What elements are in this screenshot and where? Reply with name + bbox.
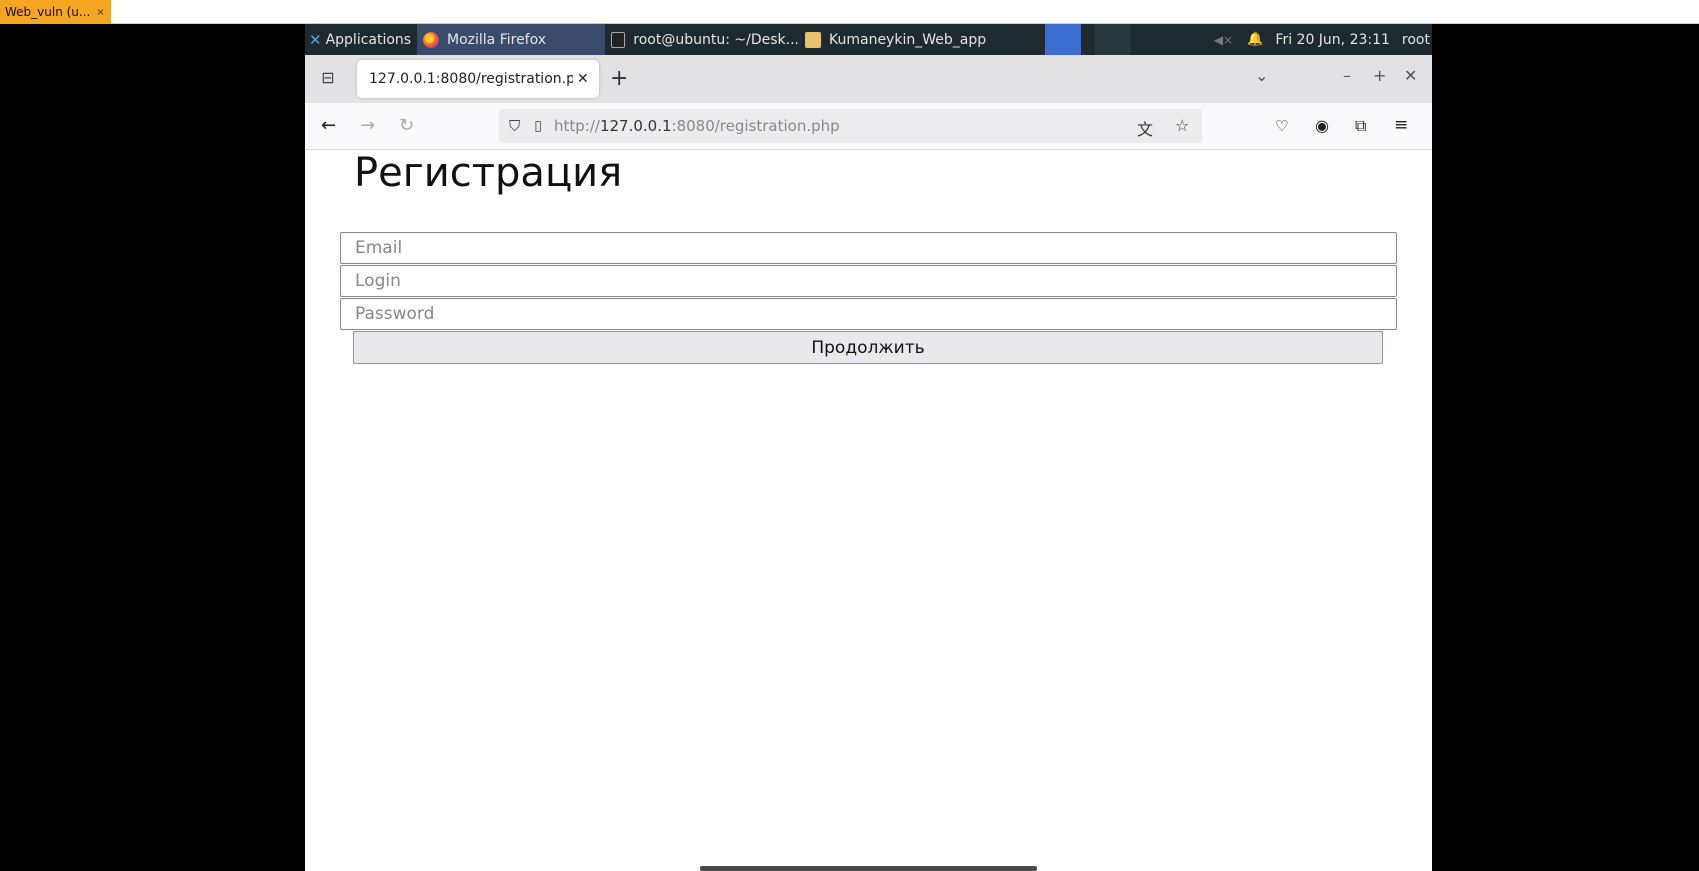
taskbar-item-firefox[interactable]: Mozilla Firefox	[417, 24, 605, 55]
volume-muted-icon[interactable]: ◀×	[1214, 33, 1233, 47]
new-tab-icon[interactable]: +	[610, 66, 628, 91]
host-tab-label: Web_vuln (u...	[5, 5, 91, 19]
browser-tab[interactable]: 127.0.0.1:8080/registration.php ✕	[357, 60, 599, 98]
taskbar-item-label: Mozilla Firefox	[447, 31, 547, 48]
translate-icon[interactable]: 文	[1137, 116, 1153, 140]
workspace-firefox-button[interactable]	[1045, 24, 1081, 55]
reload-icon[interactable]: ↻	[399, 115, 414, 136]
shield-icon[interactable]: ⛉	[509, 117, 520, 135]
desktop-panel: ✕ Applications Mozilla Firefox root@ubun…	[305, 24, 1432, 55]
email-field[interactable]	[340, 232, 1397, 264]
page-info-icon[interactable]: ▯	[534, 118, 542, 134]
forward-icon[interactable]: →	[360, 115, 375, 136]
taskbar-item-files[interactable]: Kumaneykin_Web_app	[799, 24, 999, 55]
taskbar-item-label: Kumaneykin_Web_app	[829, 31, 987, 48]
terminal-icon	[611, 31, 626, 48]
navigation-toolbar: ← → ↻ ⛉ ▯ http://127.0.0.1:8080/registra…	[305, 103, 1432, 150]
panel-separator	[1095, 24, 1131, 55]
host-tab-close-icon[interactable]: ×	[96, 7, 104, 18]
list-tabs-icon[interactable]: ⌄	[1255, 66, 1268, 85]
folder-icon	[805, 31, 821, 48]
host-tab-strip: Web_vuln (u... ×	[0, 0, 1699, 24]
browser-tab-title: 127.0.0.1:8080/registration.php	[369, 71, 573, 87]
login-field[interactable]	[340, 265, 1397, 297]
firefox-view-icon[interactable]: ⊟	[317, 68, 339, 90]
applications-menu[interactable]: ✕ Applications	[305, 24, 425, 55]
host-tab[interactable]: Web_vuln (u... ×	[0, 0, 111, 24]
account-icon[interactable]: ◉	[1315, 116, 1329, 135]
clock[interactable]: Fri 20 Jun, 23:11	[1275, 32, 1390, 48]
extensions-icon[interactable]: ⧉	[1355, 116, 1366, 136]
taskbar-item-label: root@ubuntu: ~/Desk...	[633, 31, 799, 48]
firefox-tab-bar: ⊟ 127.0.0.1:8080/registration.php ✕ + ⌄ …	[305, 55, 1432, 103]
close-tab-icon[interactable]: ✕	[577, 71, 589, 87]
back-icon[interactable]: ←	[321, 115, 336, 136]
url-bar[interactable]: ⛉ ▯ http://127.0.0.1:8080/registration.p…	[499, 109, 1202, 143]
url-text[interactable]: http://127.0.0.1:8080/registration.php	[554, 117, 840, 135]
maximize-icon[interactable]: +	[1373, 66, 1386, 85]
system-tray: ◀× 🔔 Fri 20 Jun, 23:11 root	[1214, 24, 1432, 55]
horizontal-scrollbar[interactable]	[700, 866, 1037, 871]
user-label[interactable]: root	[1402, 32, 1430, 48]
applications-label: Applications	[325, 31, 412, 48]
url-path: :8080/registration.php	[671, 117, 840, 135]
pocket-icon[interactable]: ♡	[1275, 117, 1288, 135]
bell-icon[interactable]: 🔔	[1247, 32, 1263, 47]
url-host: 127.0.0.1	[599, 117, 672, 135]
close-window-icon[interactable]: ✕	[1404, 66, 1417, 85]
taskbar-item-terminal[interactable]: root@ubuntu: ~/Desk...	[605, 24, 799, 55]
minimize-icon[interactable]: –	[1343, 66, 1351, 85]
password-field[interactable]	[340, 298, 1397, 330]
bookmark-star-icon[interactable]: ☆	[1175, 116, 1189, 135]
firefox-icon	[423, 31, 439, 48]
page-title: Регистрация	[354, 150, 623, 196]
url-scheme: http://	[553, 117, 600, 135]
menu-icon[interactable]: ≡	[1394, 115, 1408, 135]
xfce-icon: ✕	[309, 30, 322, 49]
page-content: Регистрация Продолжить	[305, 150, 1432, 871]
vm-screen: ✕ Applications Mozilla Firefox root@ubun…	[305, 24, 1432, 871]
continue-button[interactable]: Продолжить	[353, 331, 1383, 364]
